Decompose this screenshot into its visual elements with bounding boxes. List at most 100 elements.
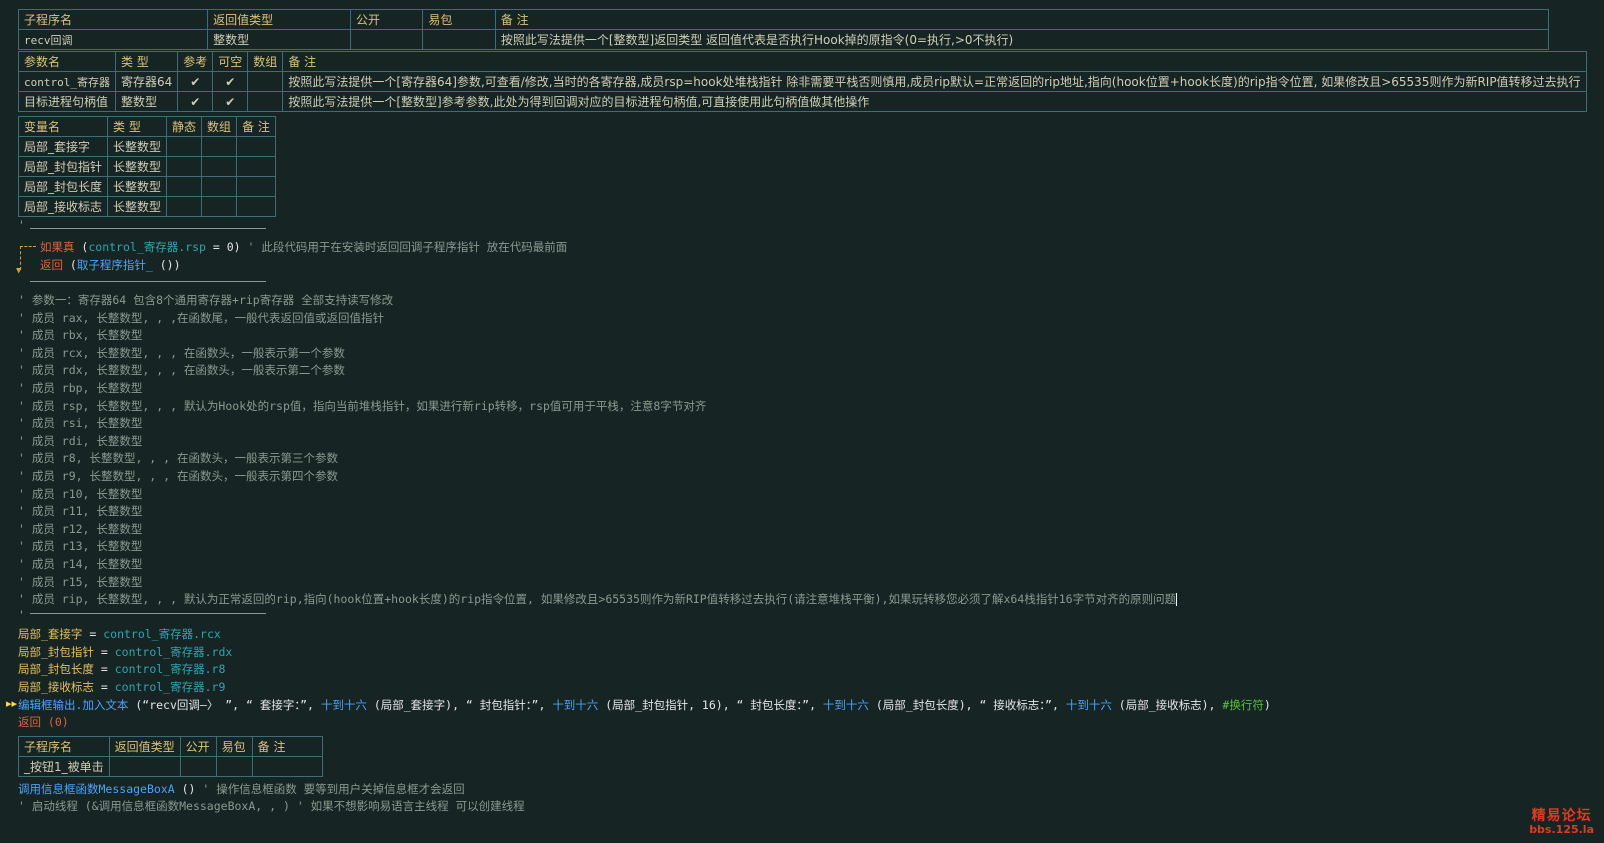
subroutine-easypkg[interactable] — [422, 29, 496, 50]
hex-func-call: 十到十六 — [552, 698, 599, 712]
flow-arrow-icon: ▼ — [16, 266, 22, 276]
debug-args: (局部_封包长度), “ 接收标志：”, — [868, 698, 1066, 712]
header-remark: 备 注 — [494, 9, 1550, 30]
messagebox-call-line[interactable]: 调用信息框函数MessageBoxA () ' 操作信息框函数 要等到用户关掉信… — [18, 781, 465, 797]
comment-line[interactable]: ' 成员 rsi, 长整数型 — [18, 415, 142, 431]
start-thread-line[interactable]: ' 启动线程 (&调用信息框函数MessageBoxA, , ) ' 如果不想影… — [18, 798, 525, 814]
subroutine-easypkg[interactable] — [215, 756, 253, 777]
comment-line[interactable]: ' 成员 r8, 长整数型, , , 在函数头，一般表示第三个参数 — [18, 450, 338, 466]
debug-args: (“recv回调—〉 ”, “ 套接字：”, — [128, 698, 321, 712]
flow-line — [20, 246, 36, 247]
comment-line[interactable]: ' 成员 r11, 长整数型 — [18, 503, 142, 519]
comment-line[interactable]: ' 成员 r12, 长整数型 — [18, 521, 142, 537]
subroutine-public[interactable] — [179, 756, 217, 777]
comment-line[interactable]: ' 成员 r10, 长整数型 — [18, 486, 142, 502]
param-ref-checkmark[interactable]: ✔ — [177, 71, 214, 92]
assign-line[interactable]: 局部_套接字 = control_寄存器.rcx — [18, 626, 221, 642]
header-public: 公开 — [349, 9, 424, 30]
comment-line[interactable]: ' 成员 rbp, 长整数型 — [18, 380, 142, 396]
paren-close: ) — [1263, 698, 1271, 712]
comment-line[interactable]: ' 成员 rbx, 长整数型 — [18, 327, 142, 343]
comment-line[interactable]: ' 成员 rcx, 长整数型, , , 在函数头，一般表示第一个参数 — [18, 345, 345, 361]
param-remark[interactable]: 按照此写法提供一个[整数型]参考参数,此处为得到回调对应的目标进程句柄值,可直接… — [282, 91, 1587, 112]
comment-line[interactable]: ' 成员 rsp, 长整数型, , , 默认为Hook处的rsp值，指向当前堆栈… — [18, 398, 706, 414]
var-name[interactable]: 局部_接收标志 — [17, 196, 109, 217]
return-pointer-line[interactable]: 返回 (取子程序指针_ ()) — [40, 257, 181, 273]
comment-line[interactable]: ' 成员 rip, 长整数型, , , 默认为正常返回的rip,指向(hook位… — [18, 591, 1178, 607]
comment-line[interactable]: ' 成员 r13, 长整数型 — [18, 538, 142, 554]
var-array[interactable] — [201, 156, 238, 177]
comment-line[interactable]: ' 成员 rdi, 长整数型 — [18, 433, 142, 449]
paren-open: ( — [74, 240, 89, 254]
param-name[interactable]: 目标进程句柄值 — [18, 91, 116, 112]
param-nullable-checkmark[interactable]: ✔ — [212, 91, 249, 112]
var-header-array: 数组 — [201, 116, 238, 137]
comment-line[interactable]: ' 成员 r15, 长整数型 — [18, 574, 142, 590]
if-true-line[interactable]: 如果真 (control_寄存器.rsp = 0) ' 此段代码用于在安装时返回… — [40, 239, 567, 255]
param-remark[interactable]: 按照此写法提供一个[寄存器64]参数,可查看/修改,当时的各寄存器,成员rsp=… — [282, 71, 1587, 92]
param-header-array: 数组 — [247, 51, 284, 72]
var-type[interactable]: 长整数型 — [107, 156, 168, 177]
var-remark[interactable] — [236, 176, 276, 197]
comment-line[interactable]: ' 成员 rax, 长整数型, , ,在函数尾，一般代表返回值或返回值指针 — [18, 310, 384, 326]
comment-line[interactable]: ' 参数一：寄存器64 包含8个通用寄存器+rip寄存器 全部支持读写修改 — [18, 292, 393, 308]
var-static[interactable] — [166, 136, 203, 157]
assign-line[interactable]: 局部_封包长度 = control_寄存器.r8 — [18, 661, 225, 677]
assign-line[interactable]: 局部_接收标志 = control_寄存器.r9 — [18, 679, 225, 695]
param-header-name: 参数名 — [18, 51, 116, 72]
var-static[interactable] — [166, 176, 203, 197]
assign-eq: = — [93, 680, 115, 694]
assign-lhs: 局部_封包长度 — [18, 662, 94, 676]
comment-mark: ' — [18, 218, 25, 232]
param-nullable-checkmark[interactable]: ✔ — [212, 71, 249, 92]
return-zero-line[interactable]: 返回 (0) — [18, 714, 69, 730]
subroutine-return-type[interactable]: 整数型 — [207, 29, 351, 50]
debug-output-line[interactable]: 编辑框输出.加入文本 (“recv回调—〉 ”, “ 套接字：”, 十到十六 (… — [18, 697, 1271, 713]
subroutine-table-button: 子程序名 返回值类型 公开 易包 备 注 _按钮1_被单击 — [18, 736, 324, 777]
subroutine-name[interactable]: _按钮1_被单击 — [18, 756, 110, 777]
param-name[interactable]: control_寄存器 — [18, 71, 116, 92]
subroutine-remark[interactable]: 按照此写法提供一个[整数型]返回类型 返回值代表是否执行Hook掉的原指令(0=… — [494, 29, 1550, 50]
comment-line[interactable]: ' 成员 r14, 长整数型 — [18, 556, 142, 572]
assign-line[interactable]: 局部_封包指针 = control_寄存器.rdx — [18, 644, 232, 660]
param-type[interactable]: 整数型 — [114, 91, 179, 112]
if-true-keyword: 如果真 — [40, 240, 75, 254]
subroutine-name[interactable]: recv回调 — [17, 29, 209, 50]
header-rettype: 返回值类型 — [207, 9, 351, 30]
var-type[interactable]: 长整数型 — [107, 196, 168, 217]
var-type[interactable]: 长整数型 — [107, 136, 168, 157]
var-remark[interactable] — [236, 156, 276, 177]
param-header-nullable: 可空 — [212, 51, 249, 72]
var-type[interactable]: 长整数型 — [107, 176, 168, 197]
subroutine-public[interactable] — [349, 29, 424, 50]
subroutine-return-type[interactable] — [108, 756, 181, 777]
var-name[interactable]: 局部_套接字 — [17, 136, 109, 157]
paren-open: ( — [63, 258, 77, 272]
var-static[interactable] — [166, 156, 203, 177]
param-type[interactable]: 寄存器64 — [114, 71, 179, 92]
var-array[interactable] — [201, 196, 238, 217]
param-array[interactable] — [247, 71, 284, 92]
var-array[interactable] — [201, 136, 238, 157]
var-array[interactable] — [201, 176, 238, 197]
hex-func-call: 十到十六 — [822, 698, 869, 712]
param-header-type: 类 型 — [114, 51, 179, 72]
debug-args: (局部_接收标志), — [1111, 698, 1223, 712]
assign-lhs: 局部_接收标志 — [18, 680, 94, 694]
param-array[interactable] — [247, 91, 284, 112]
messagebox-call: 调用信息框函数MessageBoxA — [18, 782, 175, 796]
param-ref-checkmark[interactable]: ✔ — [177, 91, 214, 112]
var-header-static: 静态 — [166, 116, 203, 137]
var-static[interactable] — [166, 196, 203, 217]
var-name[interactable]: 局部_封包长度 — [17, 176, 109, 197]
comment-line[interactable]: ' 成员 r9, 长整数型, , , 在函数头，一般表示第四个参数 — [18, 468, 338, 484]
debug-args: (局部_套接字), “ 封包指针：”, — [366, 698, 553, 712]
var-remark[interactable] — [236, 196, 276, 217]
paren-pair: () — [174, 782, 196, 796]
subroutine-remark[interactable] — [251, 756, 324, 777]
var-name[interactable]: 局部_封包指针 — [17, 156, 109, 177]
forum-watermark: 精易论坛 bbs.125.la — [1529, 809, 1594, 837]
var-remark[interactable] — [236, 136, 276, 157]
comment-line[interactable]: ' 成员 rdx, 长整数型, , , 在函数头，一般表示第二个参数 — [18, 362, 345, 378]
if-condition-var: control_寄存器.rsp — [88, 240, 206, 254]
